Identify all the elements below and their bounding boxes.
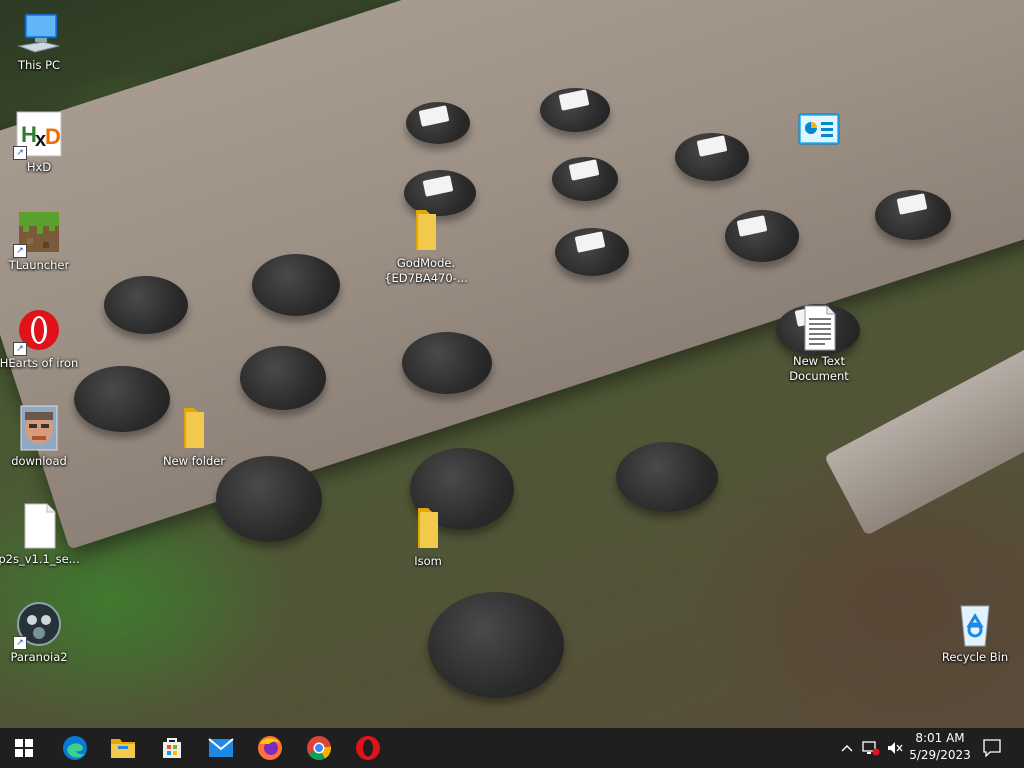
folder-icon: [170, 404, 218, 452]
wallpaper-cake: [616, 442, 718, 512]
wallpaper-cake: [252, 254, 340, 316]
desktop-icon-download[interactable]: download: [0, 404, 81, 469]
monitor-icon: [15, 8, 63, 56]
desktop-icon-label: GodMode.{ED7BA470-...: [384, 256, 468, 285]
folder-icon: [404, 504, 452, 552]
action-center-button[interactable]: [980, 728, 1004, 768]
wallpaper-cake: [428, 592, 564, 698]
desktop-icon-new-text-document[interactable]: New Text Document: [777, 304, 861, 384]
desktop-wallpaper: [0, 0, 1024, 728]
desktop-icon-label: Paranoia2: [10, 650, 68, 664]
svg-text:D: D: [45, 124, 61, 149]
folder-icon: [402, 206, 450, 254]
start-button[interactable]: [0, 728, 48, 768]
network-icon: [862, 741, 880, 756]
desktop-icon-control-panel[interactable]: [777, 106, 861, 156]
shortcut-arrow-icon: ↗: [13, 244, 27, 258]
taskbar-mail-button[interactable]: [197, 728, 245, 768]
mail-icon: [208, 738, 234, 757]
clock-time: 8:01 AM: [915, 731, 965, 745]
taskbar-clock[interactable]: 8:01 AM 5/29/2023: [900, 730, 980, 764]
hxd-icon: H x D ↗: [13, 110, 63, 160]
edge-icon: [63, 736, 87, 760]
desktop-icon-tlauncher[interactable]: ↗ TLauncher: [0, 208, 81, 273]
taskbar-file-explorer-button[interactable]: [99, 728, 147, 768]
gas-mask-icon: ↗: [13, 600, 63, 650]
desktop-icon-label: New folder: [162, 454, 226, 468]
taskbar-store-button[interactable]: [148, 728, 196, 768]
desktop-icon-hearts-of-iron[interactable]: ↗ HEarts of iron: [0, 306, 81, 371]
desktop-icon-label: Recycle Bin: [941, 650, 1009, 664]
taskbar-edge-button[interactable]: [51, 728, 99, 768]
desktop-icon-label: p2s_v1.1_se...: [0, 552, 80, 566]
desktop-icon-new-folder[interactable]: New folder: [152, 404, 236, 469]
opera-icon: [356, 736, 380, 760]
desktop-icon-p2s[interactable]: p2s_v1.1_se...: [0, 502, 81, 567]
taskbar-firefox-button[interactable]: [246, 728, 294, 768]
desktop-icon-label: download: [11, 454, 67, 468]
taskbar-opera-button[interactable]: [344, 728, 392, 768]
desktop-icon-recycle-bin[interactable]: Recycle Bin: [933, 600, 1017, 665]
desktop-icon-label: New Text Document: [789, 354, 849, 383]
microsoft-store-icon: [163, 738, 181, 758]
windows-logo-icon: [15, 739, 33, 757]
chrome-icon: [307, 736, 331, 761]
wallpaper-cake: [104, 276, 188, 334]
desktop-icon-paranoia2[interactable]: ↗ Paranoia2: [0, 600, 81, 665]
show-hidden-icons-button[interactable]: [836, 728, 858, 768]
desktop-icon-godmode[interactable]: GodMode.{ED7BA470-...: [384, 206, 468, 286]
opera-icon: ↗: [13, 306, 63, 356]
text-document-icon: [795, 304, 843, 352]
desktop-icon-label: HxD: [26, 160, 52, 174]
network-status-button[interactable]: [860, 728, 882, 768]
desktop-icon-this-pc[interactable]: This PC: [0, 8, 81, 73]
shortcut-arrow-icon: ↗: [13, 146, 27, 160]
shortcut-arrow-icon: ↗: [13, 342, 27, 356]
recycle-bin-icon: [951, 600, 999, 648]
control-panel-icon: [795, 106, 843, 154]
clock-date: 5/29/2023: [909, 748, 971, 762]
taskbar-chrome-button[interactable]: [295, 728, 343, 768]
firefox-icon: [258, 736, 282, 760]
face-photo-icon: [15, 404, 63, 452]
desktop-icon-hxd[interactable]: H x D ↗ HxD: [0, 110, 81, 175]
chevron-up-icon: [841, 745, 853, 752]
wallpaper-cake: [402, 332, 492, 394]
desktop-icon-label: Isom: [414, 554, 442, 568]
desktop-icon-label: TLauncher: [8, 258, 70, 272]
file-explorer-icon: [111, 739, 135, 758]
taskbar: 8:01 AM 5/29/2023: [0, 728, 1024, 768]
desktop-icon-label: HEarts of iron: [0, 356, 79, 370]
blank-file-icon: [15, 502, 63, 550]
shortcut-arrow-icon: ↗: [13, 636, 27, 650]
minecraft-grass-block-icon: ↗: [13, 208, 63, 258]
desktop-icon-label: This PC: [17, 58, 61, 72]
notification-icon: [983, 739, 1001, 757]
wallpaper-cake: [240, 346, 326, 410]
desktop-icon-isom[interactable]: Isom: [386, 504, 470, 569]
